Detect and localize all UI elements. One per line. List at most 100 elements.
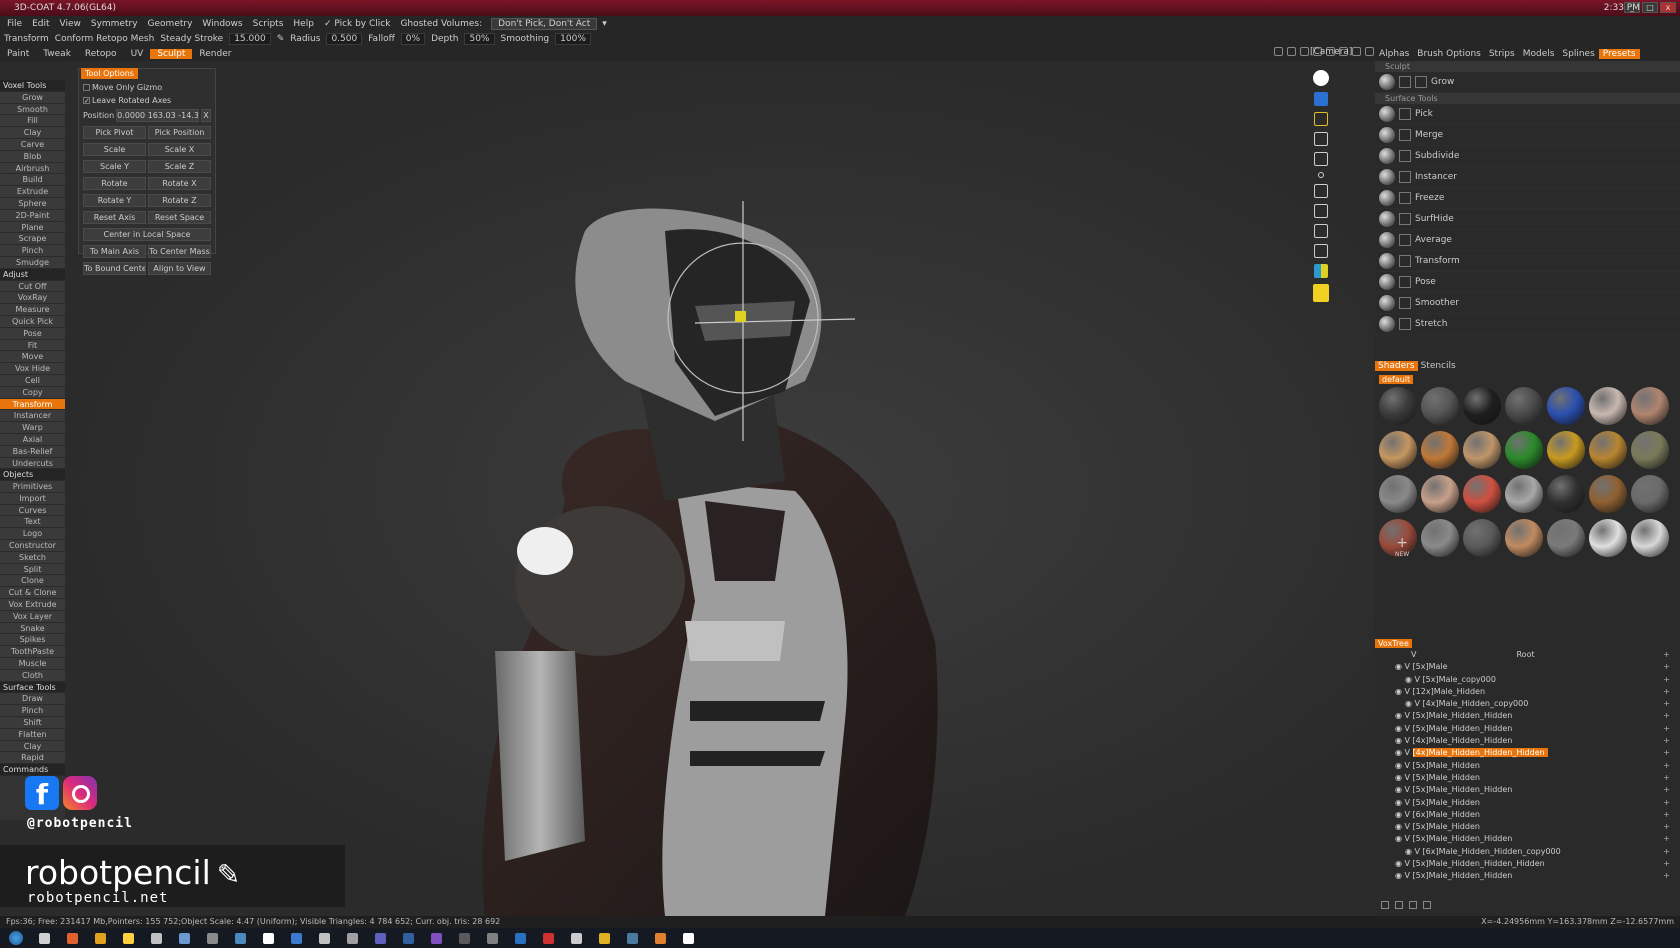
pick-by-click-toggle[interactable]: ✓ Pick by Click: [319, 19, 396, 29]
tab-presets[interactable]: Presets: [1598, 49, 1640, 59]
brush-preset-item[interactable]: Freeze: [1375, 188, 1680, 209]
align-to-view-button[interactable]: Align to View: [148, 262, 211, 275]
voxtree-row[interactable]: ◉ V [5x]Male_Hidden_Hidden +: [1375, 784, 1680, 796]
conform-retopo-checkbox[interactable]: Conform Retopo Mesh: [55, 34, 155, 44]
tool-item[interactable]: Split: [0, 563, 65, 576]
tool-item[interactable]: Curves: [0, 504, 65, 517]
taskbar-app-button[interactable]: [200, 930, 224, 946]
shader-swatch[interactable]: [1421, 387, 1459, 425]
taskbar-app-button[interactable]: [620, 930, 644, 946]
brush-preset-item[interactable]: Pick: [1375, 104, 1680, 125]
tool-item[interactable]: Move: [0, 351, 65, 364]
add-icon[interactable]: +: [1663, 784, 1670, 796]
tool-item[interactable]: VoxRay: [0, 292, 65, 305]
voxtree-row[interactable]: ◉ V [12x]Male_Hidden +: [1375, 686, 1680, 698]
menu-windows[interactable]: Windows: [197, 19, 247, 29]
visibility-toggle-icon[interactable]: ◉ V: [1395, 810, 1413, 819]
tab-shaders[interactable]: Shaders: [1375, 361, 1418, 371]
visibility-toggle-icon[interactable]: ◉ V: [1395, 834, 1413, 843]
tool-item[interactable]: Pose: [0, 327, 65, 340]
trash-icon[interactable]: [1314, 204, 1328, 218]
tag-icon[interactable]: [1314, 152, 1328, 166]
add-icon[interactable]: +: [1663, 686, 1670, 698]
shader-swatch[interactable]: [1421, 475, 1459, 513]
tab-sculpt[interactable]: Sculpt: [150, 49, 193, 59]
visibility-toggle-icon[interactable]: ◉ V: [1395, 711, 1413, 720]
steady-stroke-value[interactable]: 15.000: [229, 33, 271, 45]
new-shader-button[interactable]: + NEW: [1395, 535, 1409, 558]
tool-item[interactable]: Transform: [0, 398, 65, 411]
brush-preset-item[interactable]: Smoother: [1375, 293, 1680, 314]
to-main-axis-button[interactable]: To Main Axis: [83, 245, 146, 258]
add-icon[interactable]: +: [1663, 674, 1670, 686]
scale-z-button[interactable]: Scale Z: [148, 160, 211, 173]
tool-item[interactable]: Fill: [0, 115, 65, 128]
start-button[interactable]: [4, 930, 28, 946]
trash-icon[interactable]: [1395, 901, 1403, 909]
voxtree-row[interactable]: ◉ V [5x]Male_Hidden +: [1375, 760, 1680, 772]
tool-item[interactable]: Primitives: [0, 481, 65, 493]
color-swatch-icon[interactable]: [1314, 264, 1328, 278]
brush-preset-item[interactable]: Subdivide: [1375, 146, 1680, 167]
pick-position-select[interactable]: Pick Position: [148, 126, 211, 139]
add-icon[interactable]: +: [1663, 710, 1670, 722]
visibility-icon[interactable]: [1313, 70, 1329, 86]
shader-swatch[interactable]: [1505, 387, 1543, 425]
pick-pivot-button[interactable]: Pick Pivot: [83, 126, 146, 139]
add-icon[interactable]: +: [1663, 649, 1670, 661]
maximize-button[interactable]: □: [1642, 2, 1658, 13]
tool-item[interactable]: Warp: [0, 422, 65, 434]
taskbar-app-button[interactable]: [508, 930, 532, 946]
tool-item[interactable]: Blob: [0, 150, 65, 163]
shader-swatch[interactable]: [1463, 387, 1501, 425]
tool-item[interactable]: Snake: [0, 622, 65, 635]
visibility-toggle-icon[interactable]: ◉ V: [1395, 736, 1413, 745]
falloff-value[interactable]: 0%: [400, 33, 426, 45]
tool-item[interactable]: Fit: [0, 339, 65, 352]
notes-icon[interactable]: [1314, 244, 1328, 258]
taskbar-app-button[interactable]: [172, 930, 196, 946]
taskbar-app-button[interactable]: [144, 930, 168, 946]
taskbar-app-button[interactable]: [536, 930, 560, 946]
tool-item[interactable]: Clone: [0, 575, 65, 588]
shader-swatch[interactable]: [1505, 519, 1543, 557]
visibility-toggle-icon[interactable]: ◉ V: [1395, 773, 1413, 782]
rotate-x-button[interactable]: Rotate X: [148, 177, 211, 190]
scale-button[interactable]: Scale: [83, 143, 146, 156]
tab-render[interactable]: Render: [192, 49, 238, 59]
tool-item[interactable]: Undercuts: [0, 457, 65, 470]
taskbar-app-button[interactable]: [592, 930, 616, 946]
taskbar-app-button[interactable]: [60, 930, 84, 946]
visibility-toggle-icon[interactable]: ◉ V: [1395, 662, 1413, 671]
taskbar-app-button[interactable]: [116, 930, 140, 946]
tool-item[interactable]: Cloth: [0, 669, 65, 682]
radius-value[interactable]: 0.500: [326, 33, 363, 45]
navigation-icon[interactable]: [1274, 47, 1283, 56]
tab-models[interactable]: Models: [1519, 49, 1559, 59]
panel-section-header[interactable]: Commands: [0, 764, 65, 777]
surface-tools-section-header[interactable]: Surface Tools: [1375, 93, 1680, 104]
shader-swatch[interactable]: [1379, 431, 1417, 469]
ruler-icon[interactable]: [1365, 47, 1374, 56]
scale-y-button[interactable]: Scale Y: [83, 160, 146, 173]
layer-icon[interactable]: [1381, 901, 1389, 909]
tool-item[interactable]: Instancer: [0, 410, 65, 423]
ghosted-volumes-select[interactable]: Don't Pick, Don't Act: [491, 17, 598, 30]
taskbar-app-button[interactable]: [396, 930, 420, 946]
menu-file[interactable]: File: [2, 19, 27, 29]
panel-section-header[interactable]: Surface Tools: [0, 681, 65, 694]
tab-tweak[interactable]: Tweak: [36, 49, 78, 59]
tool-item[interactable]: ToothPaste: [0, 646, 65, 659]
voxtree-row[interactable]: ◉ V [5x]Male_Hidden +: [1375, 821, 1680, 833]
position-clear-button[interactable]: X: [201, 109, 211, 122]
tab-uv[interactable]: UV: [124, 49, 151, 59]
add-icon[interactable]: +: [1663, 858, 1670, 870]
menu-view[interactable]: View: [55, 19, 86, 29]
tool-item[interactable]: Smudge: [0, 256, 65, 269]
visibility-toggle-icon[interactable]: ◉ V: [1405, 699, 1423, 708]
scale-x-button[interactable]: Scale X: [148, 143, 211, 156]
visibility-toggle-icon[interactable]: ◉ V: [1395, 871, 1413, 880]
shader-swatch[interactable]: [1421, 431, 1459, 469]
shader-swatch[interactable]: [1547, 387, 1585, 425]
to-center-mass-button[interactable]: To Center Mass: [148, 245, 211, 258]
